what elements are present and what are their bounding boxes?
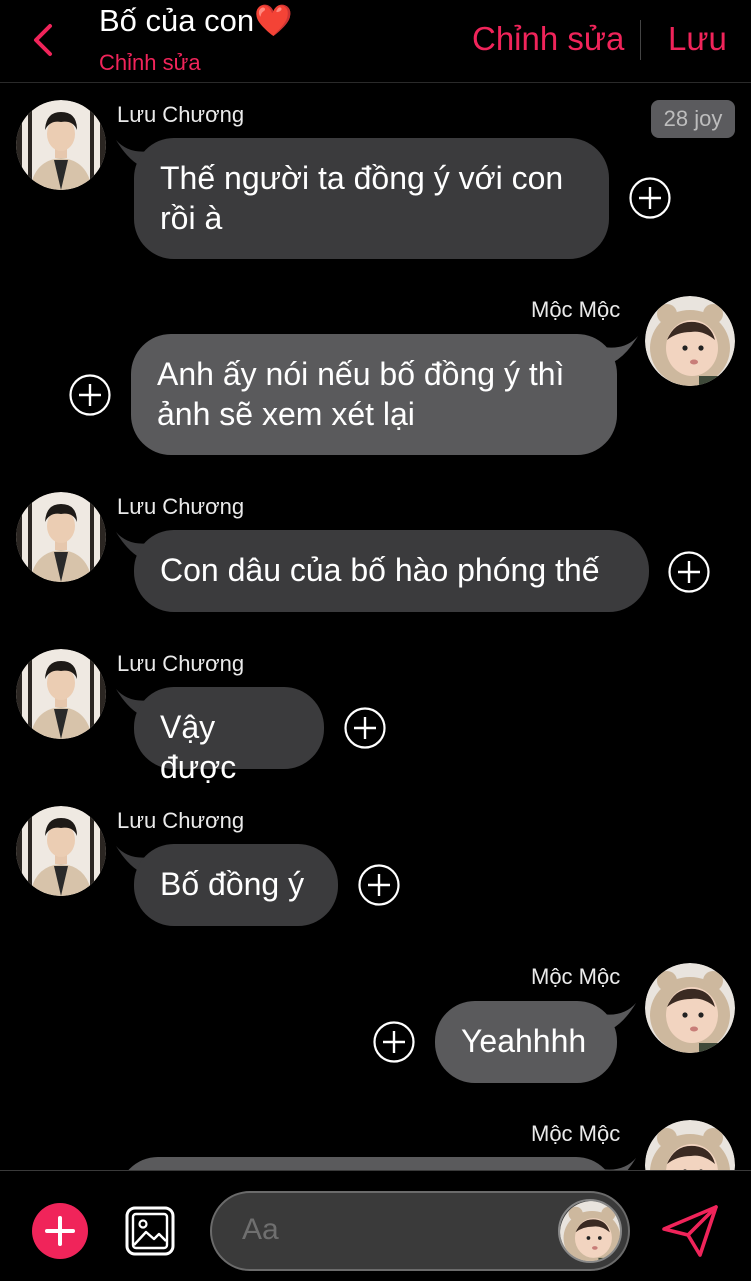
- sender-name: Lưu Chương: [117, 808, 245, 833]
- sender-name: Lưu Chương: [117, 494, 245, 519]
- message-line: Thế người ta đồng ý với con: [160, 160, 564, 196]
- edit-button[interactable]: Chỉnh sửa: [472, 20, 624, 58]
- chevron-left-icon[interactable]: [28, 22, 60, 58]
- save-button[interactable]: Lưu: [668, 20, 727, 58]
- message-bubble[interactable]: Con dâu của bố hào phóng thế: [134, 530, 649, 612]
- message-list[interactable]: Lưu Chương 28 joy Thế người ta đồng ý vớ…: [0, 84, 751, 1170]
- composer-bar: Aa: [0, 1170, 751, 1281]
- message-line: ảnh sẽ xem xét lại: [157, 396, 415, 432]
- sender-name: Lưu Chương: [117, 651, 245, 676]
- message-bubble[interactable]: Thế người ta đồng ý với con rồi à: [134, 138, 609, 259]
- message-line: Con dâu của bố hào phóng thế: [160, 552, 600, 588]
- message-bubble[interactable]: Yeahhhh: [435, 1001, 617, 1083]
- avatar-moc-moc[interactable]: [645, 963, 735, 1053]
- message-bubble[interactable]: [118, 1157, 616, 1170]
- timestamp-badge: 28 joy: [651, 100, 735, 138]
- plus-circle-icon[interactable]: [357, 863, 401, 907]
- message-bubble[interactable]: Anh ấy nói nếu bố đồng ý thì ảnh sẽ xem …: [131, 334, 617, 455]
- avatar-luu-chuong[interactable]: [16, 100, 106, 190]
- avatar-luu-chuong[interactable]: [16, 649, 106, 739]
- composer-add-button[interactable]: [32, 1203, 88, 1259]
- message-line: rồi à: [160, 200, 223, 236]
- plus-circle-icon[interactable]: [372, 1020, 416, 1064]
- avatar-moc-moc[interactable]: [558, 1199, 622, 1263]
- message-input[interactable]: Aa: [210, 1191, 630, 1271]
- header-divider: [640, 20, 641, 60]
- plus-circle-icon[interactable]: [343, 706, 387, 750]
- message-bubble[interactable]: Vậy được: [134, 687, 324, 785]
- chat-title: Bố của con❤️: [99, 2, 293, 39]
- sender-name: Lưu Chương: [117, 102, 245, 127]
- sender-name: Mộc Mộc: [531, 1121, 621, 1146]
- plus-circle-icon[interactable]: [68, 373, 112, 417]
- message-bubble[interactable]: Bố đồng ý: [134, 844, 338, 926]
- heart-emoji-icon: ❤️: [254, 3, 293, 39]
- plus-circle-icon[interactable]: [667, 550, 711, 594]
- message-line: Bố đồng ý: [160, 866, 305, 902]
- avatar-moc-moc[interactable]: [645, 296, 735, 386]
- plus-icon: [45, 1216, 75, 1246]
- message-line: Yeahhhh: [461, 1023, 587, 1059]
- chat-header: Bố của con❤️ Chỉnh sửa Chỉnh sửa Lưu: [0, 0, 751, 83]
- sender-name: Mộc Mộc: [531, 964, 621, 989]
- send-icon[interactable]: [660, 1203, 720, 1259]
- message-line: Anh ấy nói nếu bố đồng ý thì: [157, 356, 565, 392]
- message-input-placeholder: Aa: [242, 1213, 279, 1246]
- message-line: Vậy được: [160, 709, 237, 785]
- avatar-moc-moc[interactable]: [645, 1120, 735, 1170]
- image-icon[interactable]: [124, 1205, 176, 1257]
- chat-title-text: Bố của con: [99, 3, 255, 38]
- avatar-luu-chuong[interactable]: [16, 806, 106, 896]
- avatar-luu-chuong[interactable]: [16, 492, 106, 582]
- chat-subtitle[interactable]: Chỉnh sửa: [99, 50, 201, 76]
- plus-circle-icon[interactable]: [628, 176, 672, 220]
- sender-name: Mộc Mộc: [531, 297, 621, 322]
